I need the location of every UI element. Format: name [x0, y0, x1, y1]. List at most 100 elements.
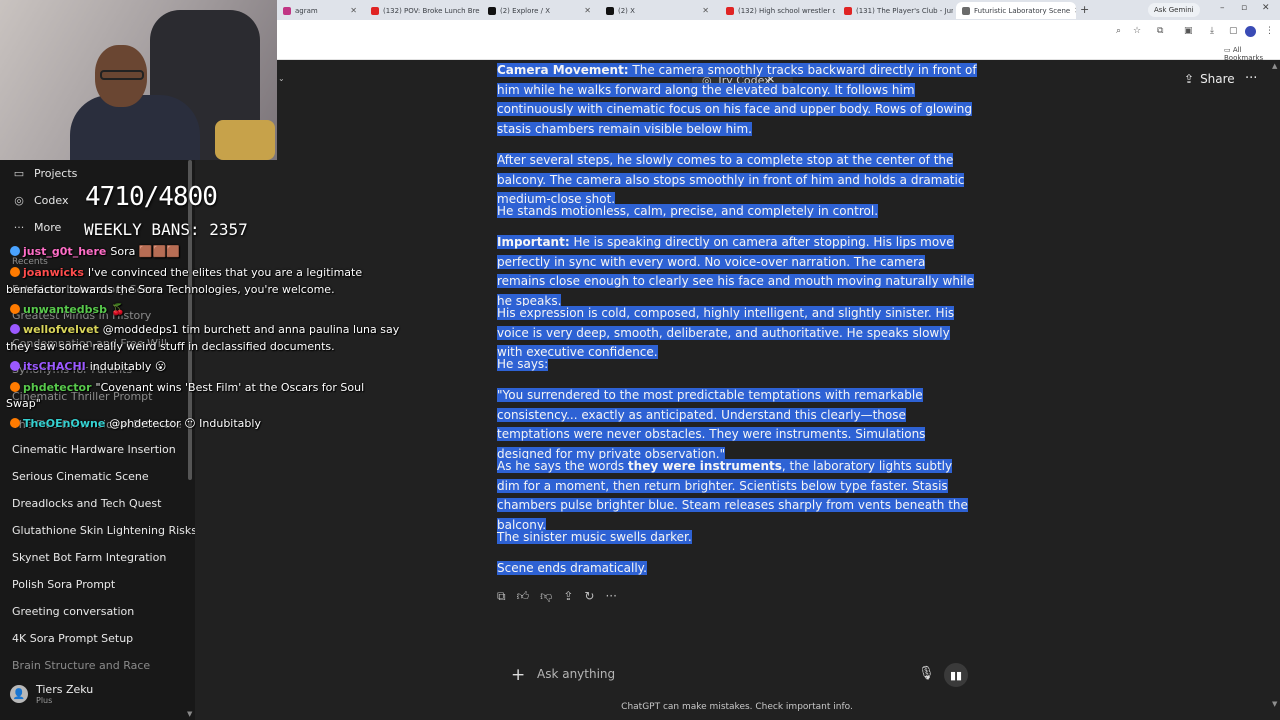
thumbs-down-icon[interactable]: 👎︎	[540, 589, 552, 604]
chat-message-text: "Covenant wins 'Best Film' at the Oscars…	[95, 381, 365, 394]
tab-favicon-icon	[726, 6, 734, 15]
chat-history-item[interactable]: Dreadlocks and Tech Quest	[12, 497, 161, 510]
chat-message-text: they saw some really weird stuff in decl…	[6, 340, 335, 353]
stream-chat-message: benefactor towards the Sora Technologies…	[6, 283, 335, 296]
stream-counter: 4710/4800	[85, 182, 218, 212]
chat-history-item[interactable]: Brain Structure and Race	[12, 659, 150, 672]
chat-history-item[interactable]: Greeting conversation	[12, 605, 134, 618]
more-options-icon[interactable]: ···	[1245, 71, 1257, 86]
tab-label: agram	[295, 6, 318, 15]
chat-badge-icon	[10, 324, 20, 334]
tab-label: (2) Explore / X	[500, 6, 551, 15]
tab-label: (132) High school wrestler over	[738, 6, 835, 15]
chat-badge-icon	[10, 246, 20, 256]
message-paragraph: The sinister music swells darker.	[497, 528, 977, 548]
browser-tab[interactable]: (132) POV: Broke Lunch Break✕	[365, 2, 480, 19]
ask-gemini-label: Ask Gemini	[1154, 6, 1194, 14]
sidebar-item-codex[interactable]: ◎ Codex	[12, 194, 68, 207]
chat-history-item[interactable]: Glutathione Skin Lightening Risks	[12, 524, 197, 537]
copy-icon[interactable]: ⧉	[497, 589, 506, 604]
thumbs-up-icon[interactable]: 👍︎	[517, 589, 530, 604]
tab-label: (131) The Player's Club - Junior	[856, 6, 953, 15]
browser-tab[interactable]: (2) X ✕	[600, 2, 715, 19]
zoom-icon[interactable]: ⌕	[1116, 26, 1121, 36]
message-paragraph: Important: He is speaking directly on ca…	[497, 233, 977, 311]
minimize-icon[interactable]: –	[1220, 3, 1225, 13]
main-scroll-up-icon[interactable]: ▲	[1272, 62, 1277, 70]
chat-history-item[interactable]: 4K Sora Prompt Setup	[12, 632, 133, 645]
stream-chat-message: wellofvelvet @moddedps1 tim burchett and …	[10, 323, 399, 336]
chat-username: phdetector	[23, 381, 92, 394]
browser-tab[interactable]: agram ✕	[277, 2, 363, 19]
more-actions-icon[interactable]: ···	[605, 589, 616, 604]
message-paragraph: He stands motionless, calm, precise, and…	[497, 202, 977, 222]
tab-close-icon[interactable]: ✕	[702, 6, 709, 15]
sidebar-item-more[interactable]: ··· More	[12, 221, 62, 234]
bookmark-star-icon[interactable]: ☆	[1133, 26, 1141, 36]
tab-close-icon[interactable]: ✕	[1074, 6, 1076, 15]
main-scroll-down-icon[interactable]: ▼	[1272, 700, 1277, 708]
browser-menu-icon[interactable]: ⋮	[1265, 26, 1274, 36]
chat-history-item[interactable]: Skynet Bot Farm Integration	[12, 551, 166, 564]
tab-search-icon[interactable]: ▢	[1229, 26, 1238, 36]
tab-favicon-icon	[371, 6, 379, 15]
sidebar-scroll-down-icon[interactable]: ▼	[187, 710, 192, 718]
chat-history-item[interactable]: Polish Sora Prompt	[12, 578, 115, 591]
browser-tab[interactable]: (132) High school wrestler over✕	[720, 2, 835, 19]
important-label: Important:	[497, 235, 570, 249]
webcam-glasses	[100, 70, 144, 80]
sidebar-item-label: Projects	[34, 167, 78, 180]
voice-mode-button[interactable]: ▮▮	[944, 663, 968, 687]
close-window-icon[interactable]: ✕	[1262, 3, 1270, 13]
composer-input[interactable]	[537, 667, 897, 681]
extensions-icon[interactable]: ⧉	[1157, 26, 1163, 36]
tab-label: Futuristic Laboratory Scene	[974, 6, 1071, 15]
chat-username: TheOEnOwne	[23, 417, 106, 430]
sidepanel-icon[interactable]: ▣	[1184, 26, 1193, 36]
chat-message-text: Swap"	[6, 397, 41, 410]
tab-favicon-icon	[488, 6, 496, 15]
he-says-text: He says:	[497, 357, 549, 371]
tab-favicon-icon	[283, 6, 291, 15]
camera-movement-label: Camera Movement:	[497, 63, 629, 77]
chat-badge-icon	[10, 382, 20, 392]
stream-chat-message: Swap"	[6, 397, 41, 410]
browser-tab[interactable]: Futuristic Laboratory Scene✕	[956, 2, 1076, 19]
stream-chat-message: unwantedbsb 🍒	[10, 303, 125, 316]
chat-username: itsCHACHI	[23, 360, 86, 373]
stream-chat-message: itsCHACHI indubitably 😮	[10, 360, 166, 373]
disclaimer-text: ChatGPT can make mistakes. Check importa…	[621, 702, 853, 712]
stream-chat-message: TheOEnOwne @phdetector 😶 Indubitably	[10, 417, 261, 430]
add-attachment-icon[interactable]: +	[511, 665, 525, 685]
chevron-down-icon[interactable]: ⌄	[278, 74, 285, 83]
download-icon[interactable]: ⤓	[1210, 26, 1214, 36]
chat-history-item[interactable]: Serious Cinematic Scene	[12, 470, 149, 483]
chat-message-text: benefactor towards the Sora Technologies…	[6, 283, 335, 296]
message-actions: ⧉ 👍︎ 👎︎ ⇪ ↻ ···	[497, 589, 617, 604]
microphone-icon[interactable]: 🎙︎	[918, 666, 935, 681]
message-paragraph: Camera Movement: The camera smoothly tra…	[497, 61, 977, 139]
tab-close-icon[interactable]: ✕	[350, 6, 357, 15]
regenerate-icon[interactable]: ↻	[584, 589, 594, 604]
quote-paragraph-text: "You surrendered to the most predictable…	[497, 388, 926, 461]
chat-history-item[interactable]: Cinematic Hardware Insertion	[12, 443, 176, 456]
tab-label: (132) POV: Broke Lunch Break	[383, 6, 480, 15]
sidebar-item-projects[interactable]: ▭ Projects	[12, 167, 78, 180]
profile-avatar-icon[interactable]	[1245, 26, 1256, 37]
share-button[interactable]: ⇪ Share	[1184, 72, 1235, 86]
ask-gemini-button[interactable]: Ask Gemini	[1148, 3, 1200, 17]
new-tab-button[interactable]: +	[1080, 3, 1089, 16]
share-icon: ⇪	[1184, 72, 1195, 86]
user-avatar-icon: 👤	[10, 685, 28, 703]
maximize-icon[interactable]: ▫	[1241, 3, 1247, 13]
stream-chat-message: joanwicks I've convinced the elites that …	[10, 266, 362, 279]
share-message-icon[interactable]: ⇪	[563, 589, 573, 604]
chat-message-text: @phdetector 😶 Indubitably	[109, 417, 261, 430]
browser-tab[interactable]: (2) Explore / X ✕	[482, 2, 597, 19]
browser-tab[interactable]: (131) The Player's Club - Junior✕	[838, 2, 953, 19]
user-account-button[interactable]: 👤 Tiers Zeku Plus	[10, 683, 93, 705]
tab-close-icon[interactable]: ✕	[584, 6, 591, 15]
instruments-bold-text: they were instruments	[627, 459, 782, 473]
chat-badge-icon	[10, 418, 20, 428]
chat-badge-icon	[10, 361, 20, 371]
